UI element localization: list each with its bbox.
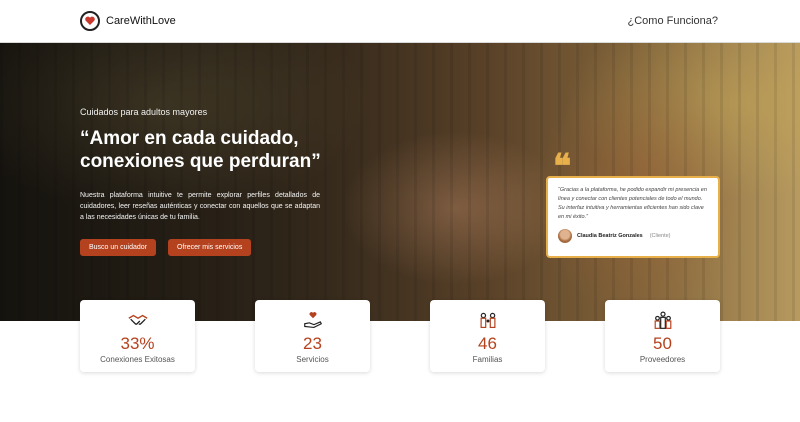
hero-content: Cuidados para adultos mayores “Amor en c…	[80, 107, 330, 256]
nav-como-funciona[interactable]: ¿Como Funciona?	[628, 15, 719, 27]
family-icon	[480, 312, 496, 329]
stat-label: Servicios	[296, 355, 329, 364]
brand[interactable]: CareWithLove	[80, 10, 176, 32]
stat-label: Familias	[472, 355, 503, 364]
hand-heart-icon	[304, 312, 323, 329]
stat-value: 33%	[120, 334, 155, 353]
find-caregiver-button[interactable]: Busco un cuidador	[80, 239, 156, 256]
testimonial-text: “Gracias a la plataforma, he podido expa…	[558, 187, 707, 220]
author-name: Claudia Beatriz Gonzales	[577, 233, 643, 239]
stat-card-servicios: 23 Servicios	[255, 300, 370, 372]
stat-card-proveedores: 50 Proveedores	[605, 300, 720, 372]
hero-buttons: Busco un cuidador Ofrecer mis servicios	[80, 239, 330, 256]
testimonial-author: Claudia Beatriz Gonzales (Cliente)	[558, 229, 708, 243]
handshake-icon	[128, 314, 148, 325]
header: CareWithLove ¿Como Funciona?	[0, 0, 800, 43]
author-role: (Cliente)	[649, 233, 671, 239]
stat-card-conexiones: 33% Conexiones Exitosas	[80, 300, 195, 372]
logo-icon	[80, 11, 100, 31]
hero-eyebrow: Cuidados para adultos mayores	[80, 107, 208, 117]
hero-headline: “Amor en cada cuidado, conexiones que pe…	[80, 128, 321, 172]
testimonial-card: “Gracias a la plataforma, he podido expa…	[546, 176, 720, 258]
brand-name: CareWithLove	[106, 15, 176, 27]
stat-card-familias: 46 Familias	[430, 300, 545, 372]
stat-label: Proveedores	[639, 355, 686, 364]
hero-description: Nuestra plataforma intuitive te permite …	[80, 192, 320, 221]
stat-value: 23	[303, 334, 322, 353]
caregivers-icon	[654, 311, 672, 329]
stat-value: 46	[478, 334, 497, 353]
avatar	[558, 229, 572, 243]
stat-value: 50	[653, 334, 672, 353]
offer-services-button[interactable]: Ofrecer mis servicios	[167, 239, 252, 256]
stat-label: Conexiones Exitosas	[100, 355, 175, 364]
